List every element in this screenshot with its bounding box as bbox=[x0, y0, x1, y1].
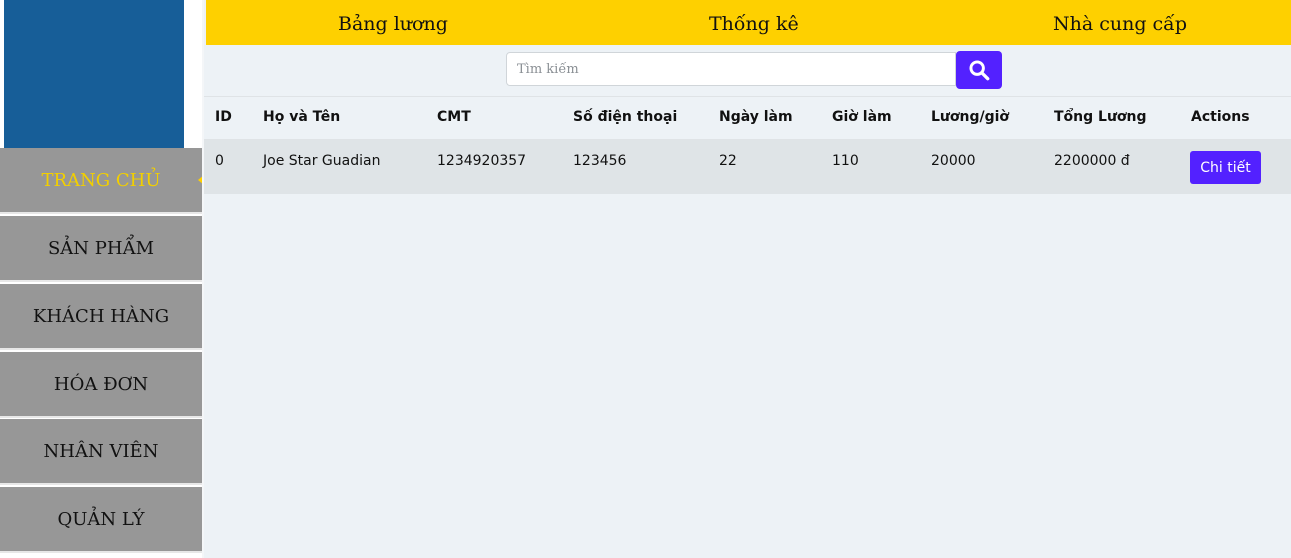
column-header-rate: Lương/giờ bbox=[931, 109, 1010, 125]
sidebar-item-label: TRANG CHỦ bbox=[41, 169, 161, 191]
top-nav-bang-luong[interactable]: Bảng lương bbox=[338, 0, 448, 45]
sidebar-item-trang-chu[interactable]: TRANG CHỦ bbox=[0, 148, 204, 214]
sidebar-divider bbox=[202, 0, 204, 558]
column-header-id: ID bbox=[215, 109, 232, 125]
cell-rate: 20000 bbox=[931, 153, 976, 169]
table-row: 0 Joe Star Guadian 1234920357 123456 22 … bbox=[204, 140, 1291, 194]
search-input[interactable] bbox=[506, 52, 956, 86]
sidebar-item-khach-hang[interactable]: KHÁCH HÀNG bbox=[0, 284, 202, 350]
sidebar-item-hoa-don[interactable]: HÓA ĐƠN bbox=[0, 352, 202, 418]
sidebar-item-label: NHÂN VIÊN bbox=[43, 440, 159, 462]
column-header-cmt: CMT bbox=[437, 109, 471, 125]
cell-cmt: 1234920357 bbox=[437, 153, 527, 169]
logo-block bbox=[4, 0, 184, 148]
sidebar-item-quan-ly[interactable]: QUẢN LÝ bbox=[0, 487, 202, 553]
table-header: ID Họ và Tên CMT Số điện thoại Ngày làm … bbox=[204, 96, 1291, 140]
cell-name: Joe Star Guadian bbox=[263, 153, 381, 169]
search-icon bbox=[969, 60, 990, 81]
top-nav-thong-ke[interactable]: Thống kê bbox=[709, 0, 799, 45]
column-header-name: Họ và Tên bbox=[263, 109, 341, 125]
cell-phone: 123456 bbox=[573, 153, 627, 169]
sidebar-item-label: QUẢN LÝ bbox=[57, 508, 145, 530]
cell-total: 2200000 đ bbox=[1054, 153, 1130, 169]
top-nav-nha-cung-cap[interactable]: Nhà cung cấp bbox=[1053, 0, 1187, 45]
sidebar-item-label: KHÁCH HÀNG bbox=[32, 305, 170, 327]
sidebar-item-label: SẢN PHẨM bbox=[47, 237, 155, 259]
column-header-phone: Số điện thoại bbox=[573, 109, 678, 125]
sidebar-item-san-pham[interactable]: SẢN PHẨM bbox=[0, 216, 202, 282]
salary-table: ID Họ và Tên CMT Số điện thoại Ngày làm … bbox=[204, 96, 1291, 194]
sidebar: TRANG CHỦ SẢN PHẨM KHÁCH HÀNG HÓA ĐƠN NH… bbox=[0, 0, 204, 558]
column-header-hours: Giờ làm bbox=[832, 109, 892, 125]
sidebar-item-label: HÓA ĐƠN bbox=[53, 373, 149, 395]
detail-button[interactable]: Chi tiết bbox=[1190, 151, 1261, 184]
top-nav-bar: Bảng lương Thống kê Nhà cung cấp bbox=[206, 0, 1291, 45]
search-button[interactable] bbox=[956, 51, 1002, 89]
sidebar-item-nhan-vien[interactable]: NHÂN VIÊN bbox=[0, 419, 202, 485]
cell-id: 0 bbox=[215, 153, 224, 169]
column-header-days: Ngày làm bbox=[719, 109, 793, 125]
column-header-total: Tổng Lương bbox=[1054, 109, 1147, 125]
cell-hours: 110 bbox=[832, 153, 859, 169]
cell-days: 22 bbox=[719, 153, 737, 169]
column-header-actions: Actions bbox=[1191, 109, 1250, 125]
